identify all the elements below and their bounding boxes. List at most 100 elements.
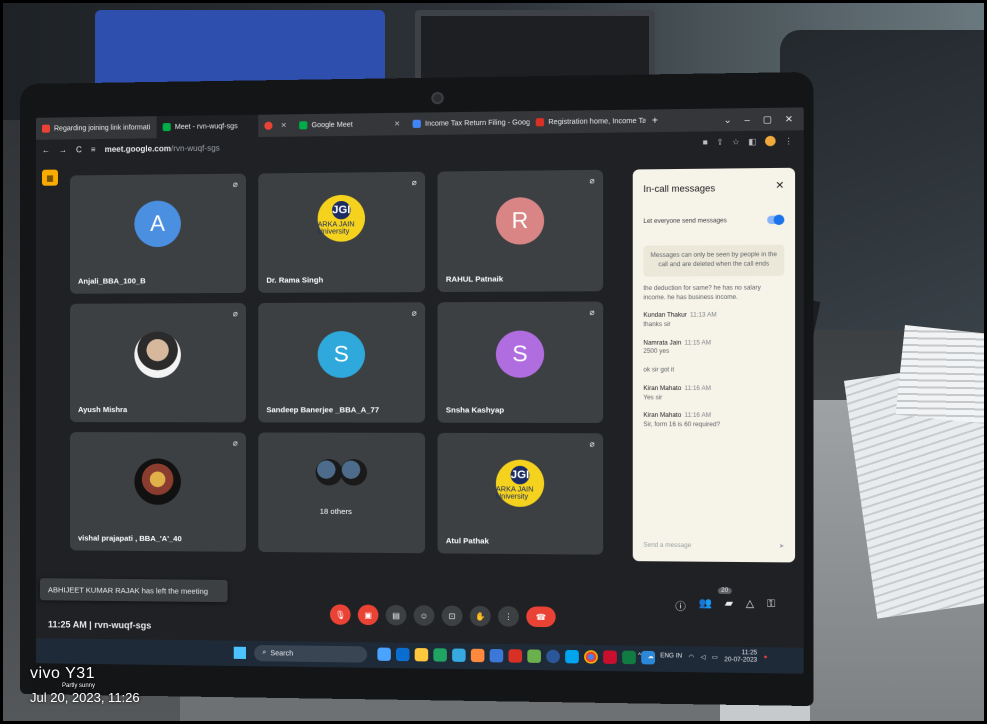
app-icon[interactable] — [527, 649, 541, 663]
browser-tab[interactable]: Google Meet ✕ — [293, 113, 406, 137]
browser-tab-active[interactable]: Meet - rvn-wuqf-sgs — [157, 115, 259, 139]
back-icon[interactable]: ← — [42, 145, 50, 154]
participant-tile[interactable]: ⌀ vishal prajapati , BBA_'A'_40 — [70, 432, 246, 552]
maximize-icon[interactable]: ▢ — [763, 114, 772, 126]
participant-tile[interactable]: S ⌀ Sandeep Banerjee _BBA_A_77 — [258, 302, 425, 422]
close-window-icon[interactable]: ✕ — [785, 113, 793, 125]
tab-search-icon[interactable]: ⌄ — [724, 114, 732, 125]
cloud-icon[interactable]: ☁ — [647, 653, 653, 660]
site-info-icon[interactable]: ≡ — [91, 145, 96, 154]
captions-button[interactable]: ▤ — [386, 605, 407, 626]
profile-avatar-icon[interactable] — [765, 136, 776, 147]
message-body: Yes sir — [643, 394, 784, 403]
wifi-icon[interactable]: ◠ — [689, 653, 695, 660]
participant-tile[interactable]: 18 others — [258, 433, 425, 554]
share-icon[interactable]: ⇪ — [716, 137, 723, 146]
app-icon[interactable] — [490, 649, 504, 662]
reload-icon[interactable]: C — [76, 145, 82, 154]
participant-tile[interactable]: JGI ARKA JAIN University ⌀ Atul Pathak — [438, 433, 604, 555]
search-label: Search — [270, 650, 293, 657]
camera-off-button[interactable]: ▣ — [358, 605, 379, 626]
volume-icon[interactable]: ◁ — [701, 653, 706, 660]
message-time: 11:15 AM — [684, 340, 711, 346]
chat-icon[interactable]: ▰ — [725, 598, 733, 614]
info-icon[interactable]: ⓘ — [675, 598, 686, 614]
app-icon[interactable] — [508, 649, 522, 662]
participant-tile[interactable]: A ⌀ Anjali_BBA_100_B — [70, 174, 246, 294]
camera-status-icon[interactable]: ■ — [703, 137, 708, 146]
recording-icon — [264, 122, 272, 130]
app-icon[interactable] — [433, 648, 447, 661]
address-bar-actions: ■ ⇪ ☆ ◧ ⋮ — [703, 135, 804, 147]
participant-name: Atul Pathak — [446, 536, 489, 546]
chrome-icon[interactable] — [584, 650, 598, 664]
mic-off-icon: ⌀ — [590, 308, 595, 317]
app-icon[interactable] — [603, 650, 617, 664]
raise-hand-button[interactable]: ✋ — [470, 606, 491, 627]
message-input[interactable]: Send a message ➤ — [643, 543, 784, 550]
laptop: Regarding joining link informati ✕ Meet … — [20, 72, 813, 706]
others-avatar — [340, 459, 367, 486]
notification-icon[interactable]: ● — [764, 655, 768, 661]
app-icon[interactable] — [471, 649, 485, 662]
close-icon[interactable]: ✕ — [281, 121, 287, 129]
mic-off-button[interactable]: 🎙 — [330, 604, 351, 625]
participant-tile[interactable]: ⌀ Ayush Mishra — [70, 303, 246, 422]
app-icon[interactable] — [565, 650, 579, 664]
app-icon[interactable] — [622, 651, 636, 665]
windows-start-icon[interactable] — [234, 647, 246, 659]
logo-text: ARKA JAIN University — [318, 221, 365, 236]
close-icon[interactable]: ✕ — [775, 180, 784, 192]
allow-messages-toggle[interactable] — [767, 216, 784, 224]
browser-tab[interactable]: Income Tax Return Filing - Goog ✕ — [406, 111, 529, 135]
battery-icon[interactable]: ▭ — [712, 654, 718, 661]
participant-tile[interactable]: S ⌀ Snsha Kashyap — [438, 302, 604, 423]
close-icon[interactable]: ✕ — [394, 120, 400, 128]
taskbar-search[interactable]: ⌕ Search — [254, 645, 367, 663]
url-field[interactable]: meet.google.com/rvn-wuqf-sgs — [105, 143, 220, 153]
emoji-button[interactable]: ☺ — [414, 605, 435, 626]
taskbar-clock[interactable]: 11:25 20-07-2023 — [724, 650, 757, 665]
app-icon[interactable] — [396, 648, 409, 661]
activities-shapes-icon[interactable]: △ — [746, 598, 754, 614]
mic-off-icon: ⌀ — [233, 309, 238, 318]
avatar-letter: R — [512, 208, 529, 235]
photo-scene: Regarding joining link informati ✕ Meet … — [0, 0, 987, 724]
minimize-icon[interactable]: – — [745, 114, 750, 125]
activities-icon[interactable]: ▦ — [42, 170, 58, 186]
language-indicator[interactable]: ENG IN — [660, 653, 682, 659]
chat-message: Namrata Jain 11:15 AM 2500 yes — [643, 339, 784, 357]
app-icon[interactable] — [415, 648, 428, 661]
menu-kebab-icon[interactable]: ⋮ — [784, 136, 793, 145]
app-icon[interactable] — [546, 650, 560, 664]
app-icon[interactable] — [452, 648, 466, 661]
chat-message: Kiran Mahato 11:16 AM Yes sir — [643, 385, 784, 403]
paper-stack-top — [896, 325, 987, 425]
forward-icon[interactable]: → — [59, 145, 67, 154]
panel-title: In-call messages — [643, 183, 715, 194]
call-controls: 🎙 ▣ ▤ ☺ ⊡ ✋ ⋮ ☎ — [330, 604, 556, 627]
bookmark-star-icon[interactable]: ☆ — [732, 137, 740, 146]
send-icon[interactable]: ➤ — [779, 543, 784, 550]
participant-name: Ayush Mishra — [78, 405, 127, 414]
browser-tab[interactable]: Registration home, Income Tax ✕ — [529, 110, 645, 134]
new-tab-button[interactable]: + — [645, 115, 664, 127]
browser-tab[interactable]: ✕ — [258, 114, 293, 137]
sidebar-icon[interactable]: ◧ — [748, 137, 756, 146]
avatar: A — [134, 200, 181, 247]
participant-tile[interactable]: JGI ARKA JAIN University ⌀ Dr. Rama Singh — [258, 172, 425, 293]
chevron-up-icon[interactable]: ^ — [638, 653, 641, 659]
participant-tile[interactable]: R ⌀ RAHUL Patnaik — [438, 170, 604, 292]
others-avatar — [316, 459, 343, 486]
app-icon[interactable] — [377, 648, 390, 661]
camera-timestamp: Jul 20, 2023, 11:26 — [30, 690, 140, 705]
present-button[interactable]: ⊡ — [442, 605, 463, 626]
message-body: 2500 yes — [643, 348, 784, 357]
leave-call-button[interactable]: ☎ — [526, 606, 555, 627]
message-time: 11:16 AM — [684, 413, 711, 419]
host-controls-icon[interactable]: ⚿ — [767, 599, 775, 615]
browser-tab[interactable]: Regarding joining link informati ✕ — [36, 116, 157, 140]
people-icon[interactable]: 👥 — [699, 598, 712, 614]
message-body: ok sir got it — [643, 366, 784, 375]
more-options-button[interactable]: ⋮ — [498, 606, 519, 627]
